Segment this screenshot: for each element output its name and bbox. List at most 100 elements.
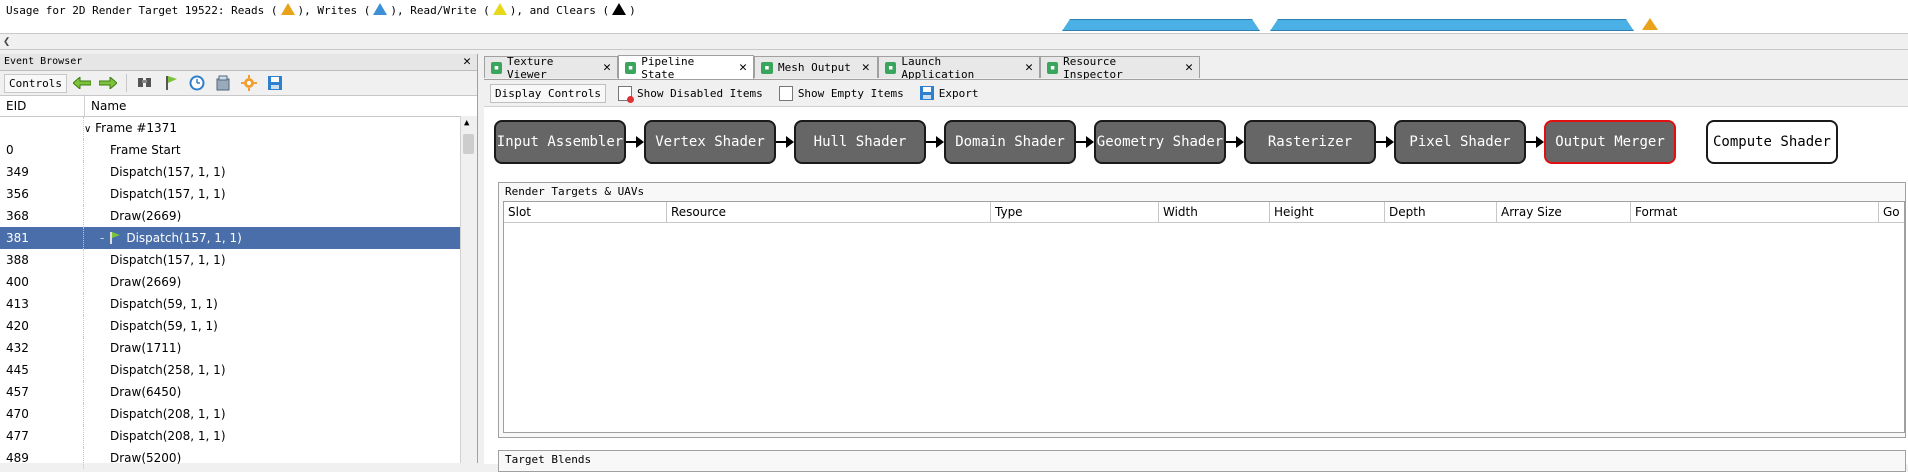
window-icon: ▪	[885, 61, 897, 74]
stage-input-assembler[interactable]: Input Assembler	[494, 120, 626, 164]
event-name: Dispatch(208, 1, 1)	[110, 407, 226, 421]
column-header-height[interactable]: Height	[1270, 202, 1385, 222]
tab-pipeline-state[interactable]: ▪ Pipeline State ✕	[618, 54, 754, 81]
back-arrow-icon[interactable]	[71, 74, 93, 92]
event-eid: 381	[0, 227, 84, 249]
event-row[interactable]: 477 Dispatch(208, 1, 1)	[0, 425, 477, 447]
event-list-scrollbar[interactable]: ▲	[460, 116, 477, 463]
frame-row[interactable]: ∨ Frame #1371	[0, 117, 477, 139]
scroll-thumb[interactable]	[463, 134, 474, 154]
statistics-icon[interactable]	[212, 74, 234, 92]
timer-icon[interactable]	[186, 74, 208, 92]
close-icon[interactable]: ✕	[1025, 60, 1033, 75]
stage-geometry-shader[interactable]: Geometry Shader	[1094, 120, 1226, 164]
event-eid: 445	[0, 359, 84, 381]
event-eid: 368	[0, 205, 84, 227]
pipeline-toolbar: Display Controls Show Disabled Items Sho…	[484, 80, 1908, 107]
render-targets-table: Slot Resource Type Width Height Depth Ar…	[503, 201, 1905, 433]
event-name: Draw(2669)	[110, 209, 182, 223]
column-header-go[interactable]: Go	[1879, 202, 1904, 222]
close-icon[interactable]: ✕	[1185, 60, 1193, 75]
column-header-slot[interactable]: Slot	[504, 202, 667, 222]
event-row[interactable]: 388 Dispatch(157, 1, 1)	[0, 249, 477, 271]
pipeline-stage-flow: Input Assembler Vertex Shader Hull Shade…	[494, 120, 1908, 166]
tab-launch-application[interactable]: ▪ Launch Application ✕	[878, 55, 1040, 81]
stage-rasterizer[interactable]: Rasterizer	[1244, 120, 1376, 164]
scroll-up-icon[interactable]: ▲	[464, 118, 469, 128]
event-name: Dispatch(157, 1, 1)	[126, 231, 242, 245]
event-row[interactable]: 432 Draw(1711)	[0, 337, 477, 359]
tab-resource-inspector[interactable]: ▪ Resource Inspector ✕	[1040, 55, 1200, 81]
export-button[interactable]: Export	[916, 84, 983, 102]
column-header-array-size[interactable]: Array Size	[1497, 202, 1631, 222]
tab-label: Pipeline State	[641, 54, 695, 81]
close-icon[interactable]: ✕	[739, 60, 747, 75]
tab-mesh-output[interactable]: ▪ Mesh Output ✕	[754, 56, 878, 78]
find-icon[interactable]	[134, 74, 156, 92]
column-header-resource[interactable]: Resource	[667, 202, 991, 222]
event-browser-toolbar: Controls	[0, 71, 477, 96]
close-icon[interactable]: ✕	[463, 54, 471, 70]
stage-domain-shader[interactable]: Domain Shader	[944, 120, 1076, 164]
column-header-format[interactable]: Format	[1631, 202, 1879, 222]
scroll-left-icon[interactable]: ❮	[3, 34, 10, 48]
flow-arrow	[776, 136, 794, 148]
event-eid: 400	[0, 271, 84, 293]
event-eid: 489	[0, 447, 84, 469]
column-header-eid[interactable]: EID	[0, 96, 85, 116]
column-header-width[interactable]: Width	[1159, 202, 1270, 222]
event-row[interactable]: 413 Dispatch(59, 1, 1)	[0, 293, 477, 315]
read-event-marker[interactable]	[1642, 18, 1658, 30]
event-row-selected[interactable]: 381 - Dispatch(157, 1, 1)	[0, 227, 477, 249]
flow-arrow	[1226, 136, 1244, 148]
frame-name-cell: ∨ Frame #1371	[84, 117, 477, 139]
settings-icon[interactable]	[238, 74, 260, 92]
write-range-bar[interactable]	[1270, 19, 1634, 31]
event-eid: 420	[0, 315, 84, 337]
column-header-name[interactable]: Name	[85, 96, 477, 116]
empty-items-icon	[778, 85, 793, 101]
show-empty-button[interactable]: Show Empty Items	[775, 84, 908, 103]
close-icon[interactable]: ✕	[862, 60, 870, 75]
event-row[interactable]: 457 Draw(6450)	[0, 381, 477, 403]
close-icon[interactable]: ✕	[603, 60, 611, 75]
target-blends-title: Target Blends	[505, 453, 592, 466]
flow-arrow	[1376, 136, 1394, 148]
event-name: Draw(2669)	[110, 275, 182, 289]
stage-vertex-shader[interactable]: Vertex Shader	[644, 120, 776, 164]
display-controls-label: Display Controls	[490, 83, 606, 103]
event-name: Draw(1711)	[110, 341, 182, 355]
column-header-type[interactable]: Type	[991, 202, 1159, 222]
chevron-down-icon[interactable]: ∨	[84, 124, 91, 135]
event-eid: 388	[0, 249, 84, 271]
event-row[interactable]: 349 Dispatch(157, 1, 1)	[0, 161, 477, 183]
bookmark-flag-icon[interactable]	[160, 74, 182, 92]
event-row[interactable]: 489 Draw(5200)	[0, 447, 477, 469]
tab-texture-viewer[interactable]: ▪ Texture Viewer ✕	[484, 55, 618, 81]
event-row[interactable]: 0 Frame Start	[0, 139, 477, 161]
event-row[interactable]: 368 Draw(2669)	[0, 205, 477, 227]
stage-hull-shader[interactable]: Hull Shader	[794, 120, 926, 164]
event-eid: 457	[0, 381, 84, 403]
column-header-depth[interactable]: Depth	[1385, 202, 1497, 222]
forward-arrow-icon[interactable]	[97, 74, 119, 92]
timeline-scrollbar[interactable]: ❮	[0, 34, 1908, 50]
stage-output-merger[interactable]: Output Merger	[1544, 120, 1676, 164]
save-icon[interactable]	[264, 74, 286, 92]
event-row[interactable]: 445 Dispatch(258, 1, 1)	[0, 359, 477, 381]
event-name: Dispatch(157, 1, 1)	[110, 165, 226, 179]
event-row[interactable]: 356 Dispatch(157, 1, 1)	[0, 183, 477, 205]
controls-label: Controls	[4, 73, 67, 93]
usage-suffix-text: )	[629, 4, 636, 17]
event-name: Dispatch(59, 1, 1)	[110, 297, 218, 311]
stage-pixel-shader[interactable]: Pixel Shader	[1394, 120, 1526, 164]
event-row[interactable]: 470 Dispatch(208, 1, 1)	[0, 403, 477, 425]
write-range-bar[interactable]	[1062, 19, 1260, 31]
event-name-cell: - Dispatch(157, 1, 1)	[84, 227, 477, 249]
show-disabled-button[interactable]: Show Disabled Items	[614, 84, 767, 103]
stage-compute-shader[interactable]: Compute Shader	[1706, 120, 1838, 164]
event-row[interactable]: 400 Draw(2669)	[0, 271, 477, 293]
event-name: Draw(6450)	[110, 385, 182, 399]
event-row[interactable]: 420 Dispatch(59, 1, 1)	[0, 315, 477, 337]
event-browser-title: Event Browser	[4, 56, 83, 67]
